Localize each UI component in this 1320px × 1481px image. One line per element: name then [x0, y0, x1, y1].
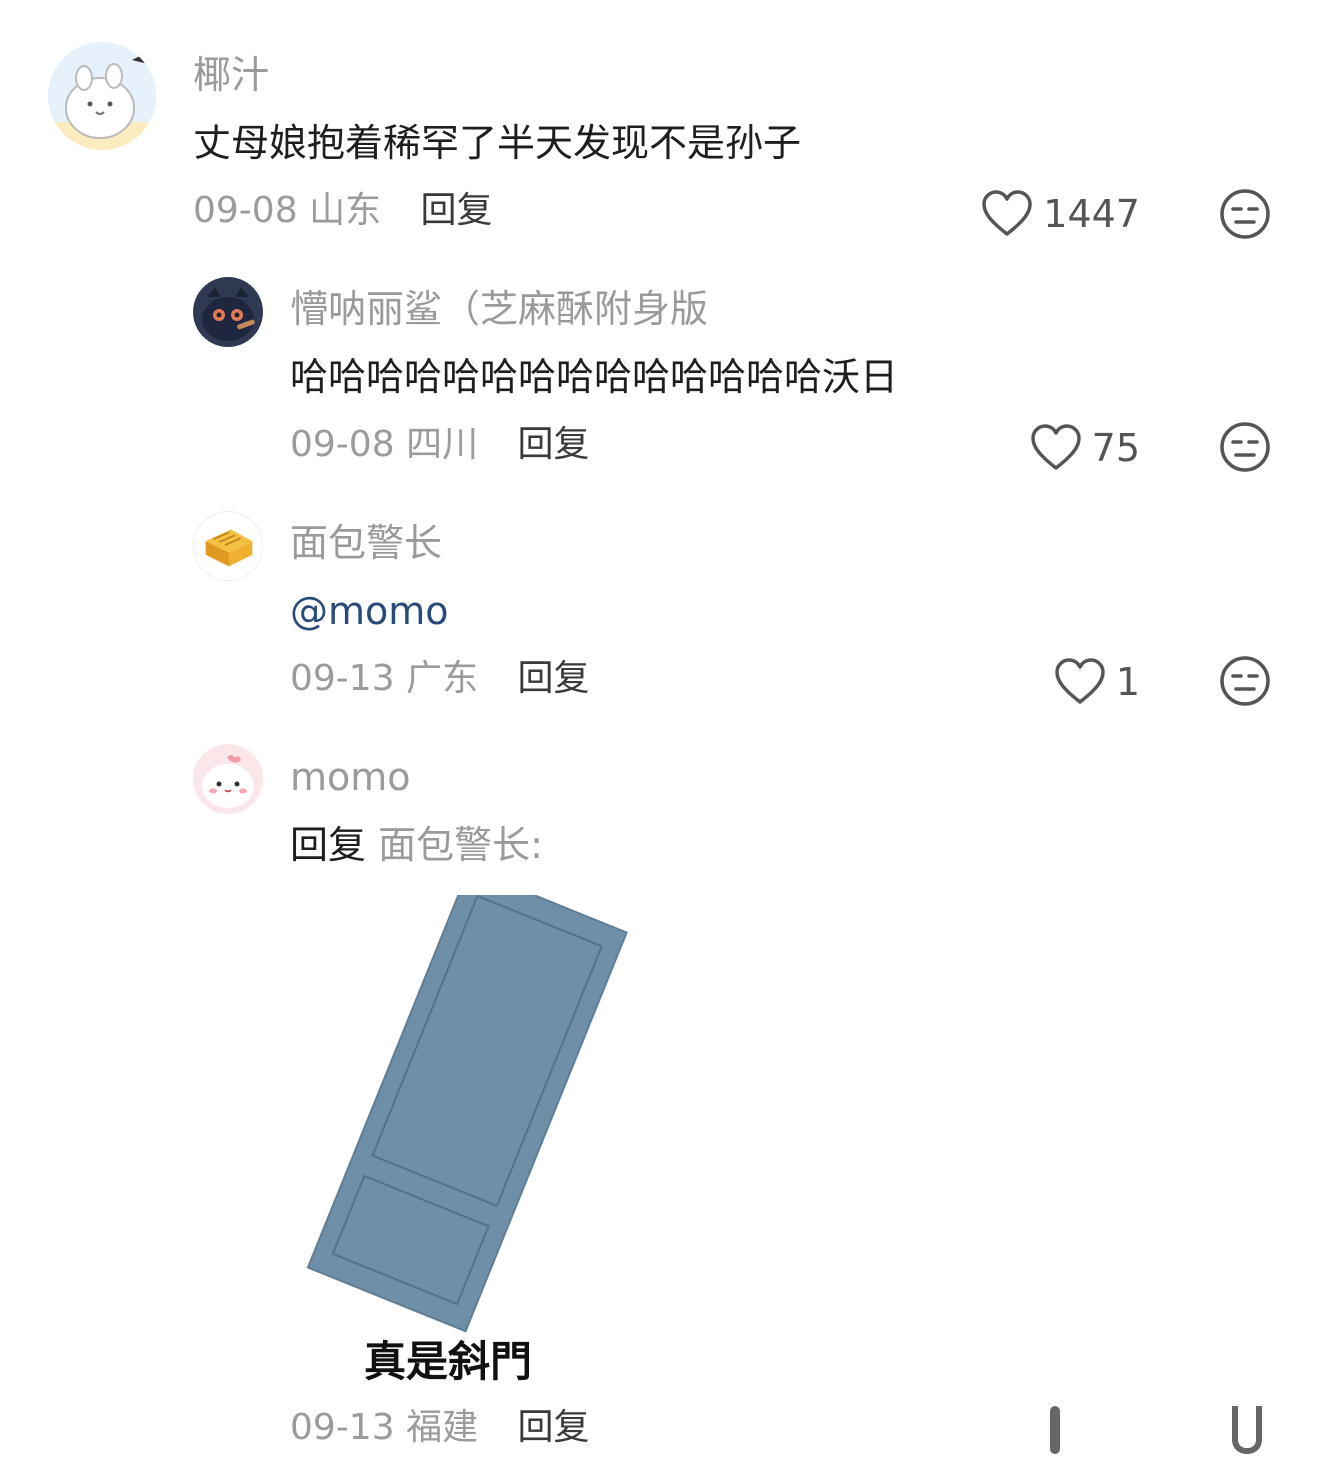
like-count: 1: [1115, 660, 1140, 704]
reply-button[interactable]: 回复: [518, 424, 590, 465]
comment-username[interactable]: 面包警长: [290, 524, 442, 562]
comment-text: 丈母娘抱着稀罕了半天发现不是孙子: [193, 121, 802, 165]
comment-date: 09-13: [290, 1407, 395, 1448]
comment-date: 09-08: [290, 424, 395, 465]
comment-date: 09-08: [193, 190, 298, 231]
like-button-partial[interactable]: [1050, 1406, 1060, 1454]
comment-meta: 09-13 广东 回复: [290, 661, 590, 697]
reply-prefix: 回复: [290, 823, 367, 867]
like-button[interactable]: 75: [940, 422, 1140, 474]
reply-button[interactable]: 回复: [421, 190, 493, 231]
comment-meta: 09-08 四川 回复: [290, 427, 590, 463]
comment-location: 山东: [309, 190, 382, 231]
like-button[interactable]: 1: [940, 656, 1140, 708]
avatar[interactable]: [193, 511, 263, 581]
image-caption: 真是斜門: [364, 1337, 533, 1386]
comment-location: 福建: [406, 1407, 479, 1448]
dislike-button-partial[interactable]: [1232, 1406, 1262, 1454]
comment-username[interactable]: momo: [290, 758, 411, 796]
heart-outline-icon: [1055, 658, 1105, 704]
door-image: [306, 867, 628, 1333]
comment-mention[interactable]: @momo: [290, 592, 449, 630]
like-button[interactable]: 1447: [940, 188, 1140, 240]
reply-button[interactable]: 回复: [518, 658, 590, 699]
reply-target-username[interactable]: 面包警长:: [378, 823, 543, 867]
comment-text: 哈哈哈哈哈哈哈哈哈哈哈哈哈哈沃日: [290, 355, 899, 399]
comment-image[interactable]: 真是斜門: [290, 867, 640, 1395]
comment-username[interactable]: 懵呐丽鲨（芝麻酥附身版: [290, 290, 708, 328]
comment-username[interactable]: 椰汁: [193, 56, 269, 94]
unamused-face-icon[interactable]: [1218, 420, 1272, 474]
comment-date: 09-13: [290, 658, 395, 699]
comment-location: 四川: [406, 424, 479, 465]
comment-reply-line: 回复 面包警长:: [290, 826, 543, 864]
comment-location: 广东: [406, 658, 479, 699]
heart-outline-icon: [982, 190, 1033, 236]
like-count: 1447: [1043, 192, 1140, 236]
avatar[interactable]: [193, 277, 263, 347]
unamused-face-icon[interactable]: [1218, 654, 1272, 708]
avatar[interactable]: [48, 42, 156, 150]
heart-outline-icon: [1030, 424, 1081, 470]
avatar[interactable]: [193, 744, 263, 814]
comment-meta: 09-08 山东 回复: [193, 193, 493, 229]
unamused-face-icon[interactable]: [1218, 187, 1272, 241]
comment-meta: 09-13 福建 回复: [290, 1410, 590, 1446]
like-count: 75: [1091, 426, 1140, 470]
reply-button[interactable]: 回复: [518, 1407, 590, 1448]
